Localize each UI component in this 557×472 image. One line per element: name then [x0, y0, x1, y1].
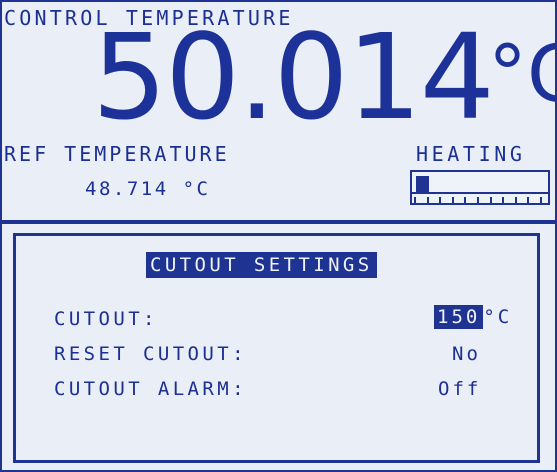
heating-scale-tick	[477, 197, 479, 203]
cutout-settings-panel: CUTOUT SETTINGS CUTOUT: 150 °C RESET CUTO…	[13, 233, 540, 463]
heating-bar	[410, 170, 550, 205]
ref-temperature-value: 48.714 °C	[85, 178, 211, 200]
heating-scale-tick	[439, 197, 442, 203]
heating-scale-tick	[414, 197, 416, 203]
cutout-settings-title: CUTOUT SETTINGS	[146, 252, 377, 278]
heating-label: HEATING	[416, 142, 526, 166]
cutout-unit: °C	[483, 306, 513, 328]
control-temperature-unit: °C	[488, 30, 557, 120]
section-divider	[0, 220, 557, 224]
heating-scale-tick	[464, 197, 467, 203]
cutout-alarm-value[interactable]: Off	[438, 378, 481, 400]
heating-bar-scale	[412, 192, 548, 203]
heating-scale-tick	[514, 197, 517, 203]
heating-scale-tick	[426, 197, 429, 203]
heating-scale-tick	[540, 197, 542, 203]
heating-scale-tick	[527, 197, 530, 203]
reset-cutout-label: RESET CUTOUT:	[54, 343, 247, 365]
cutout-value[interactable]: 150	[434, 305, 484, 329]
ref-temperature-label: REF TEMPERATURE	[4, 142, 230, 166]
cutout-label: CUTOUT:	[54, 308, 158, 330]
lcd-screen: CONTROL TEMPERATURE 50.014 °C REF TEMPER…	[0, 0, 557, 472]
reset-cutout-value[interactable]: No	[452, 343, 481, 365]
control-temperature-value: 50.014	[92, 8, 495, 146]
heating-scale-tick	[489, 197, 492, 203]
cutout-alarm-label: CUTOUT ALARM:	[54, 378, 247, 400]
cutout-value-field[interactable]: 150 °C	[434, 305, 513, 329]
heating-scale-tick	[451, 197, 454, 203]
heating-scale-tick	[502, 197, 505, 203]
